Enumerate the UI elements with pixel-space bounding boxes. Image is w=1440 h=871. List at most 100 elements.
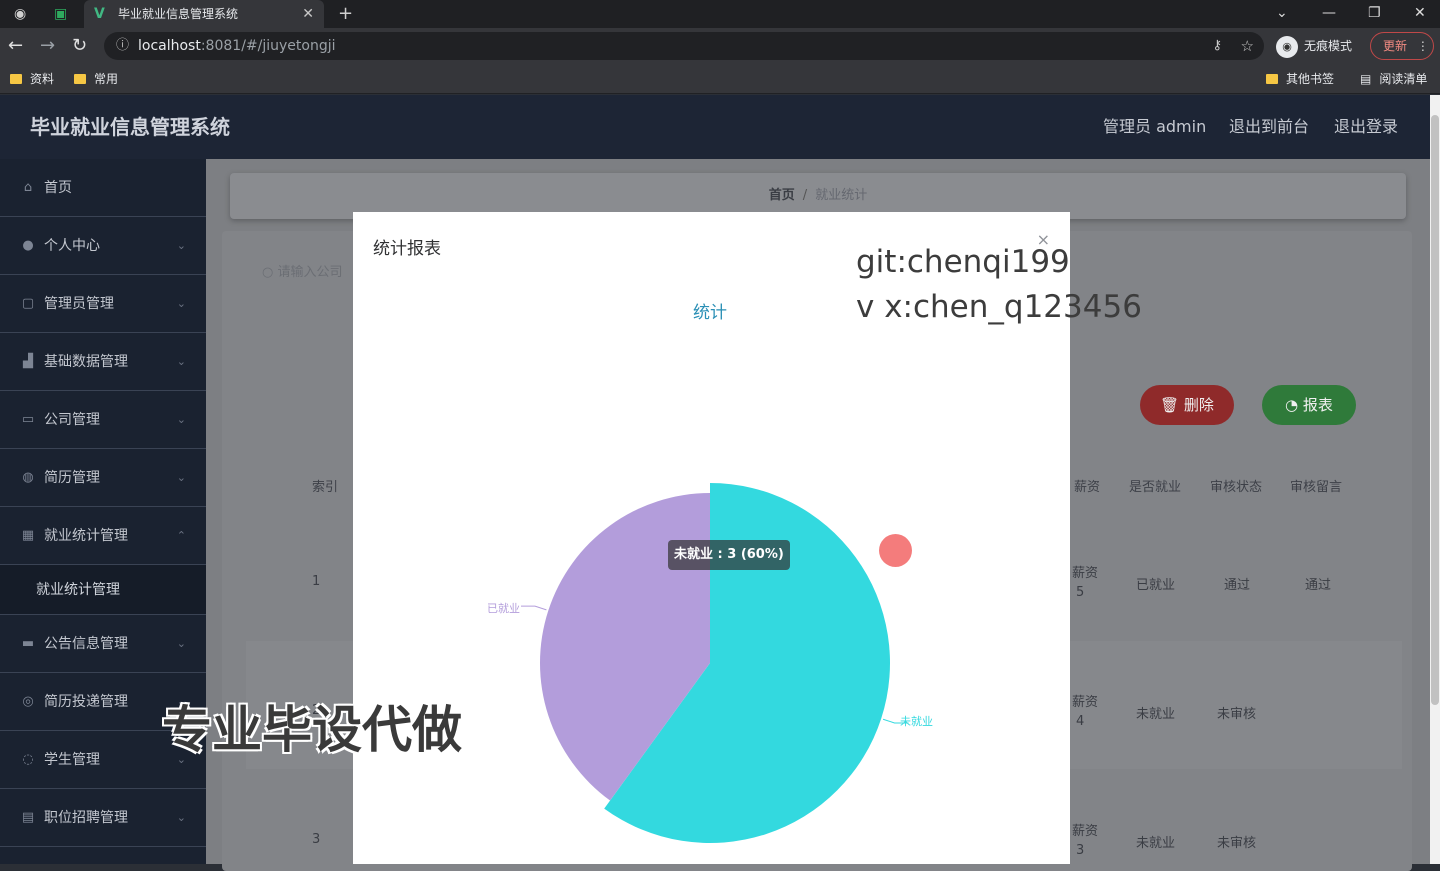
sidebar-item-home[interactable]: ⌂ 首页 [0,159,206,217]
table-cell: 4 [1076,714,1085,729]
close-window-icon[interactable]: ✕ [1414,0,1426,26]
reading-list-icon: ▤ [1360,72,1372,86]
sidebar-item-profile[interactable]: ● 个人中心 ⌄ [0,217,206,275]
bookmark-folder[interactable]: 资料 [10,64,54,94]
forward-icon[interactable]: → [40,28,55,64]
watermark-git: git:chenqi199 [856,244,1070,280]
table-cell: 通过 [1305,578,1332,593]
sidebar-item-employment-stats[interactable]: ▦ 就业统计管理 ⌃ [0,507,206,565]
chevron-down-icon: ⌄ [176,239,186,252]
dialog-title: 统计报表 [373,239,441,259]
search-icon: ○ [262,265,274,280]
key-icon[interactable]: ⚷ [1212,32,1222,60]
chevron-down-icon: ⌄ [176,811,186,824]
table-cell: 薪资 [1072,824,1099,839]
sidebar-item-admins[interactable]: ▢ 管理员管理 ⌄ [0,275,206,333]
folder-icon [1266,74,1278,84]
table-cell: 5 [1076,585,1085,600]
new-tab-icon[interactable]: + [338,0,353,28]
breadcrumb-current: 就业统计 [815,188,868,203]
delete-button[interactable]: 🗑 删除 [1140,385,1234,425]
delivery-icon: ◎ [22,694,34,709]
bookmark-folder[interactable]: 常用 [74,64,118,94]
other-bookmarks[interactable]: 其他书签 [1266,64,1334,94]
table-cell: 已就业 [1136,578,1176,593]
chevron-down-icon: ⌄ [176,637,186,650]
data-icon: ▟ [23,354,33,369]
folder-icon [74,74,86,84]
table-cell: 薪资 [1072,695,1099,710]
table-cell: 未就业 [1136,836,1176,851]
chevron-up-icon: ⌃ [176,529,186,542]
home-icon: ⌂ [23,180,33,195]
exit-to-front-link[interactable]: 退出到前台 [1229,95,1309,159]
globe-icon[interactable]: ◉ [14,0,26,28]
sidebar-item-resume[interactable]: ◍ 简历管理 ⌄ [0,449,206,507]
column-header-note: 审核留言 [1290,480,1343,495]
notice-icon: ▬ [21,636,35,651]
url-text[interactable]: localhost:8081/#/jiuyetongji [138,32,336,60]
update-button[interactable]: 更新 ⋮ [1370,32,1434,60]
watermark-wx: v x:chen_q123456 [856,289,1142,325]
back-icon[interactable]: ← [8,28,23,64]
report-button[interactable]: ◔ 报表 [1262,385,1356,425]
app-brand: 毕业就业信息管理系统 [30,115,230,139]
resume-icon: ◍ [22,470,34,485]
stats-icon: ▦ [21,528,35,543]
column-header-status: 审核状态 [1210,480,1263,495]
pie-label-employed: 已就业 [487,602,520,615]
sidebar-item-notice[interactable]: ▬ 公告信息管理 ⌄ [0,615,206,673]
breadcrumb-home[interactable]: 首页 [769,188,795,203]
address-toolbar: ← → ↻ ⓘ localhost:8081/#/jiuyetongji ⚷ ☆… [0,28,1440,64]
logout-link[interactable]: 退出登录 [1334,95,1398,159]
info-icon[interactable]: ⓘ [116,32,129,60]
student-icon: ◌ [22,752,34,767]
admin-user-label[interactable]: 管理员 admin [1103,95,1206,159]
submenu-employment-stats[interactable]: 就业统计管理 [0,565,206,615]
url-bar[interactable]: ⓘ localhost:8081/#/jiuyetongji ⚷ ☆ [104,32,1264,60]
table-cell: 未就业 [1136,707,1176,722]
chevron-down-icon: ⌄ [176,355,186,368]
bookmarks-bar: 资料 常用 其他书签 ▤ 阅读清单 [0,64,1440,94]
chart-title: 统计 [693,303,727,323]
chevron-down-icon: ⌄ [176,471,186,484]
star-icon[interactable]: ☆ [1241,32,1254,60]
page-scrollbar[interactable] [1430,95,1440,864]
table-cell: 未审核 [1217,836,1257,851]
column-header-index: 索引 [312,480,339,495]
more-icon: ⋮ [1416,39,1429,53]
chart-tooltip: 未就业 : 3 (60%) [668,540,790,570]
cursor-highlight [879,534,912,567]
user-icon: ● [22,238,34,253]
table-cell: 1 [312,574,321,589]
tab-title: 毕业就业信息管理系统 [118,7,239,21]
sidebar-item-basic-data[interactable]: ▟ 基础数据管理 ⌄ [0,333,206,391]
incognito-icon: ◉ [1276,35,1298,58]
browser-tab-bar: ◉ ▣ V 毕业就业信息管理系统 ✕ + ⌄ — ❐ ✕ [0,0,1440,28]
incognito-indicator[interactable]: ◉ 无痕模式 [1276,32,1352,60]
app-header: 毕业就业信息管理系统 管理员 admin 退出到前台 退出登录 [0,95,1430,159]
sidebar-item-company[interactable]: ▭ 公司管理 ⌄ [0,391,206,449]
table-cell: 薪资 [1072,566,1099,581]
sidebar-item-jobs[interactable]: ▤ 职位招聘管理 ⌄ [0,789,206,847]
column-header-salary: 薪资 [1074,480,1101,495]
search-input[interactable]: ○ 请输入公司 [262,261,343,280]
table-cell: 3 [1076,843,1085,858]
minimize-icon[interactable]: — [1322,0,1336,26]
browser-tab[interactable]: V 毕业就业信息管理系统 ✕ [84,0,324,28]
app-favicon-icon[interactable]: ▣ [54,0,67,28]
vue-logo-icon: V [94,6,105,22]
table-cell: 未审核 [1217,707,1257,722]
tab-close-icon[interactable]: ✕ [302,0,314,28]
company-icon: ▭ [21,412,35,427]
restore-icon[interactable]: ❐ [1368,0,1381,26]
reading-list[interactable]: ▤ 阅读清单 [1360,64,1427,94]
reload-icon[interactable]: ↻ [72,28,87,64]
scrollbar-thumb[interactable] [1431,115,1439,705]
pie-chart-icon: ◔ [1285,396,1299,414]
tab-search-icon[interactable]: ⌄ [1276,0,1288,26]
admin-icon: ▢ [21,296,35,311]
table-cell: 3 [312,832,321,847]
table-cell: 通过 [1224,578,1251,593]
folder-icon [10,74,22,84]
